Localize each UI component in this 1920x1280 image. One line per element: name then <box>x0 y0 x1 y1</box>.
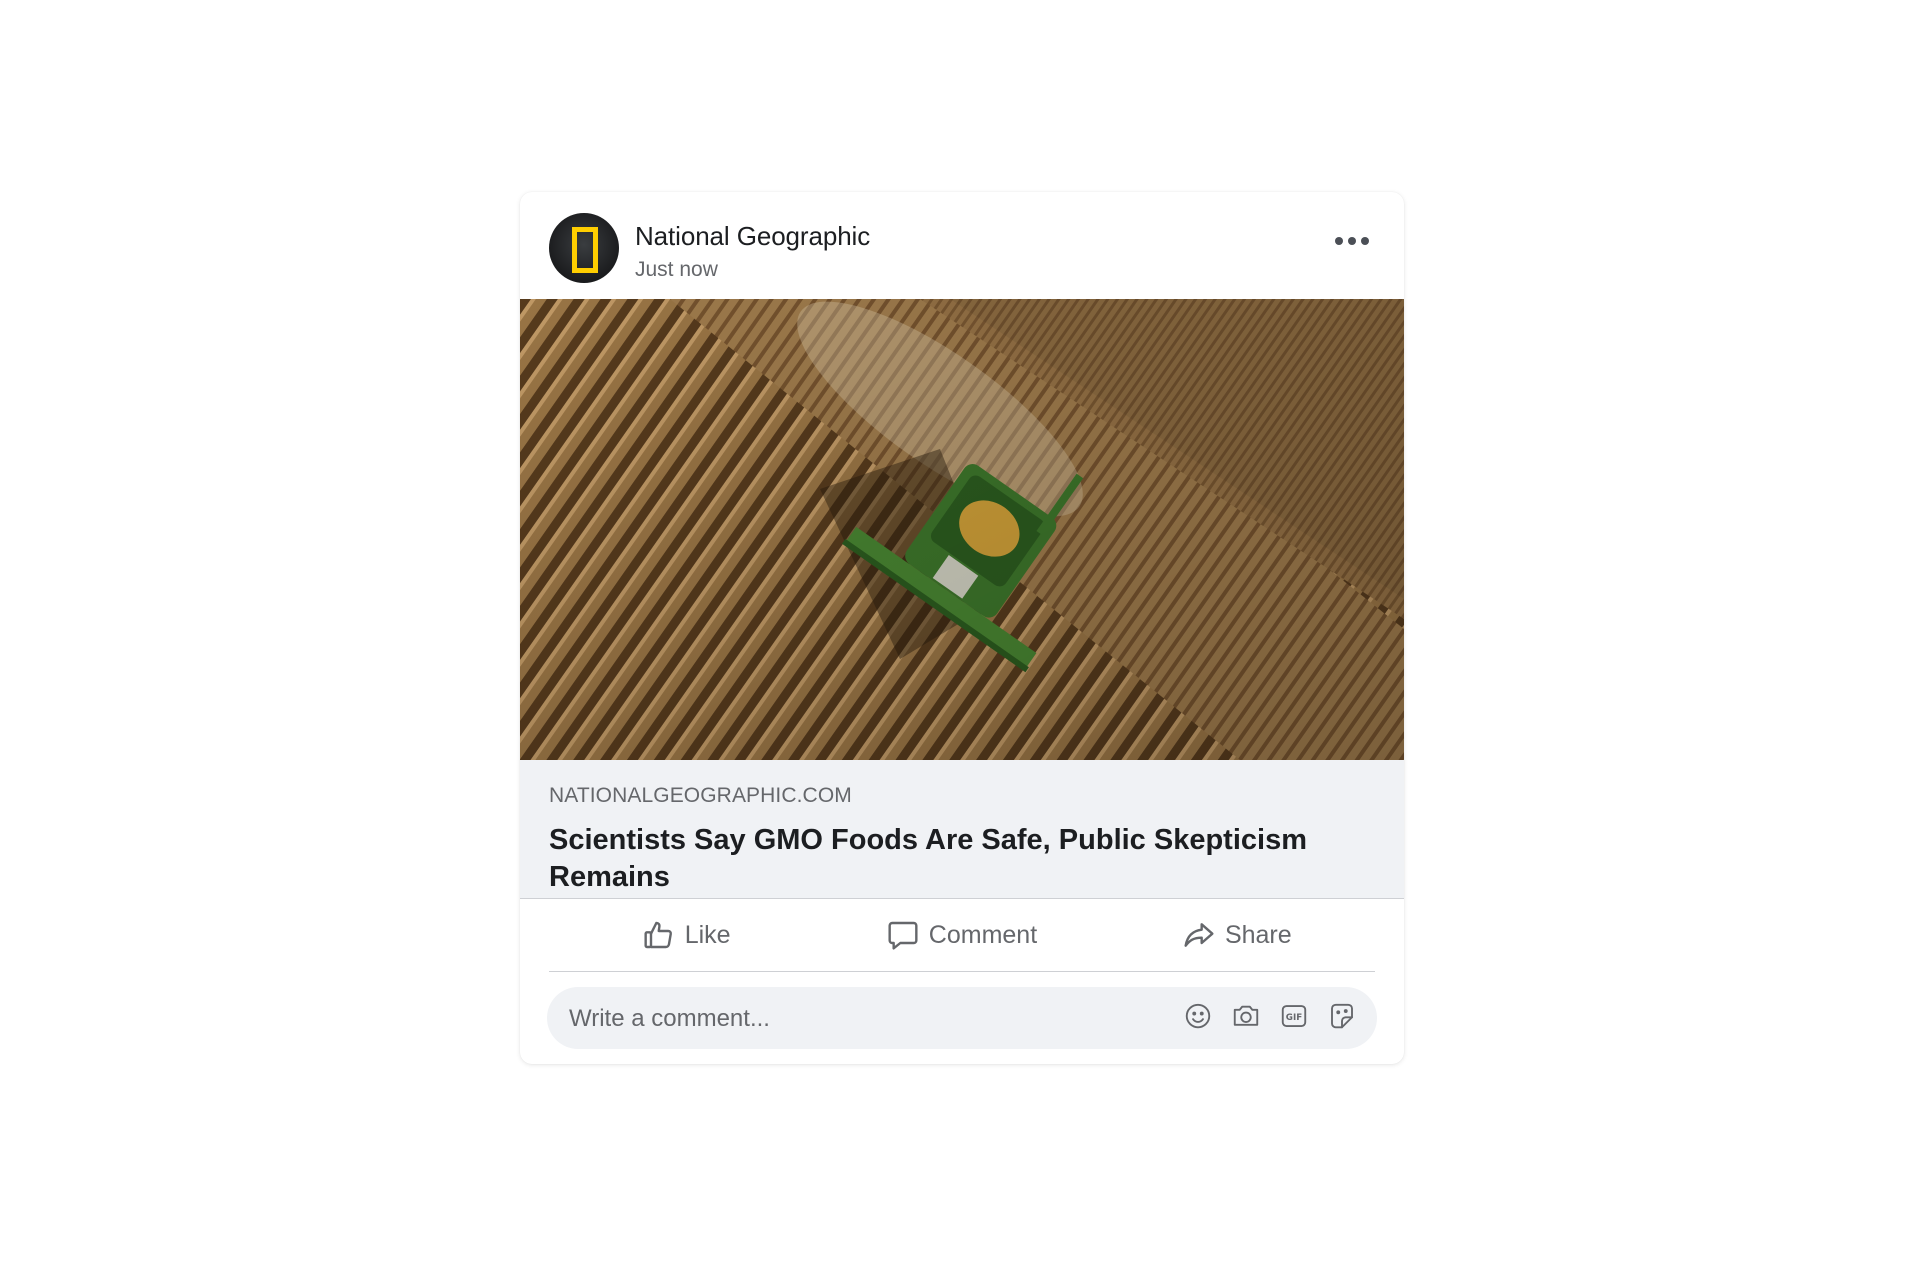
more-dot <box>1348 237 1356 245</box>
link-preview[interactable]: NATIONALGEOGRAPHIC.COM Scientists Say GM… <box>520 760 1404 899</box>
post-header: National Geographic Just now <box>520 192 1404 299</box>
post-actions: Like Comment Share <box>549 899 1375 972</box>
emoji-icon[interactable] <box>1183 1001 1213 1036</box>
comment-icon <box>887 919 919 951</box>
comment-input[interactable] <box>567 987 1131 1051</box>
link-domain: NATIONALGEOGRAPHIC.COM <box>549 784 852 807</box>
sticker-icon[interactable] <box>1327 1001 1357 1036</box>
natgeo-logo-icon <box>572 227 598 273</box>
comment-label: Comment <box>928 920 1038 949</box>
comment-button[interactable]: Comment <box>824 899 1099 971</box>
like-button[interactable]: Like <box>549 899 824 971</box>
post-card: National Geographic Just now NATIONALGEO… <box>520 192 1404 1064</box>
comment-box: GIF <box>547 987 1377 1051</box>
post-timestamp[interactable]: Just now <box>635 258 718 282</box>
thumbs-up-icon <box>643 919 675 951</box>
more-options-button[interactable] <box>1330 228 1374 254</box>
page-name[interactable]: National Geographic <box>635 221 870 252</box>
comment-tools: GIF <box>1183 987 1357 1049</box>
svg-text:GIF: GIF <box>1286 1012 1302 1022</box>
share-button[interactable]: Share <box>1100 899 1375 971</box>
like-label: Like <box>684 920 731 949</box>
harvest-field-image <box>520 299 1404 760</box>
camera-icon[interactable] <box>1231 1001 1261 1036</box>
post-photo[interactable] <box>520 299 1404 760</box>
gif-icon[interactable]: GIF <box>1279 1001 1309 1036</box>
link-title[interactable]: Scientists Say GMO Foods Are Safe, Publi… <box>549 822 1369 896</box>
page-avatar[interactable] <box>549 213 619 283</box>
more-horizontal-icon <box>1335 237 1343 245</box>
more-dot <box>1361 237 1369 245</box>
share-label: Share <box>1224 920 1292 949</box>
share-icon <box>1183 919 1215 951</box>
